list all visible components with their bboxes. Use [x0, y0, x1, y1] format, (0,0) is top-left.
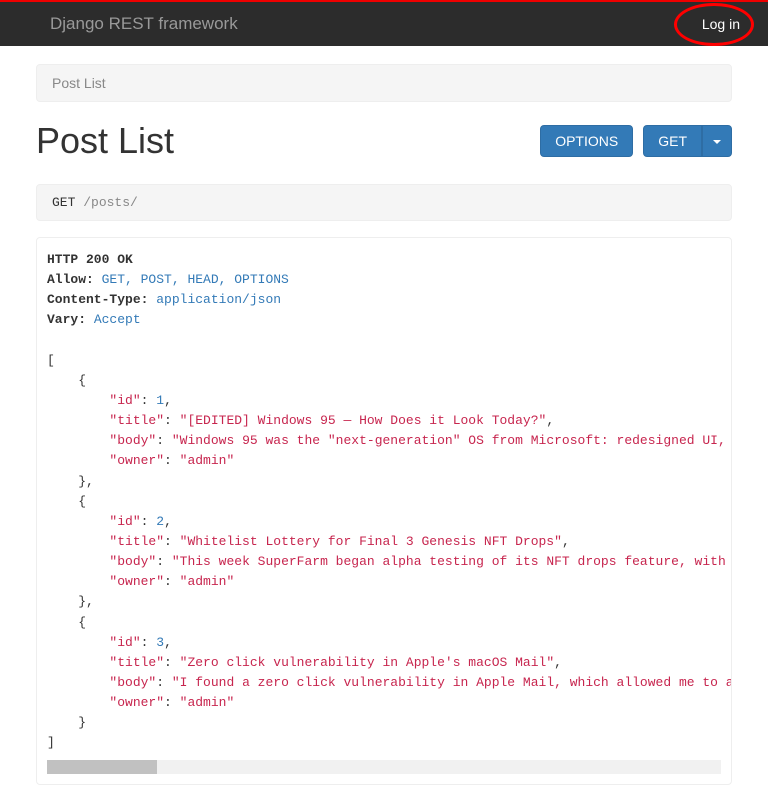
page-title: Post List: [36, 120, 174, 162]
allow-value: GET, POST, HEAD, OPTIONS: [102, 272, 289, 287]
post-body: Windows 95 was the "next-generation" OS …: [180, 433, 732, 448]
post-owner: admin: [187, 453, 226, 468]
request-method: GET: [52, 195, 75, 210]
main-container: Post List Post List OPTIONS GET GET /pos…: [0, 46, 768, 803]
title-bar: Post List OPTIONS GET: [36, 120, 732, 162]
get-dropdown-toggle[interactable]: [702, 125, 732, 157]
response-panel: HTTP 200 OK Allow: GET, POST, HEAD, OPTI…: [36, 237, 732, 785]
post-id: 1: [156, 393, 164, 408]
brand-link[interactable]: Django REST framework: [50, 14, 238, 34]
breadcrumb-post-list[interactable]: Post List: [52, 75, 106, 91]
post-title: Zero click vulnerability in Apple's macO…: [187, 655, 546, 670]
response-pre: HTTP 200 OK Allow: GET, POST, HEAD, OPTI…: [47, 250, 721, 754]
login-label: Log in: [702, 16, 740, 32]
ctype-value: application/json: [156, 292, 281, 307]
post-title: Whitelist Lottery for Final 3 Genesis NF…: [187, 534, 554, 549]
post-id: 2: [156, 514, 164, 529]
post-owner: admin: [187, 695, 226, 710]
post-owner: admin: [187, 574, 226, 589]
get-button[interactable]: GET: [643, 125, 702, 157]
allow-label: Allow:: [47, 272, 94, 287]
status-line: HTTP 200 OK: [47, 252, 133, 267]
top-navbar: Django REST framework Log in: [0, 0, 768, 46]
ctype-label: Content-Type:: [47, 292, 148, 307]
request-line: GET /posts/: [36, 184, 732, 221]
scrollbar-thumb[interactable]: [47, 760, 157, 774]
options-button[interactable]: OPTIONS: [540, 125, 633, 157]
post-id: 3: [156, 635, 164, 650]
horizontal-scrollbar[interactable]: [47, 760, 721, 774]
caret-down-icon: [713, 140, 721, 144]
vary-label: Vary:: [47, 312, 86, 327]
post-title: [EDITED] Windows 95 — How Does it Look T…: [187, 413, 538, 428]
breadcrumb: Post List: [36, 64, 732, 102]
get-button-group: GET: [643, 125, 732, 157]
login-link[interactable]: Log in: [702, 16, 740, 32]
action-buttons: OPTIONS GET: [540, 125, 732, 157]
vary-value: Accept: [94, 312, 141, 327]
request-path: /posts/: [83, 195, 138, 210]
post-body: I found a zero click vulnerability in Ap…: [180, 675, 732, 690]
post-body: This week SuperFarm began alpha testing …: [180, 554, 732, 569]
